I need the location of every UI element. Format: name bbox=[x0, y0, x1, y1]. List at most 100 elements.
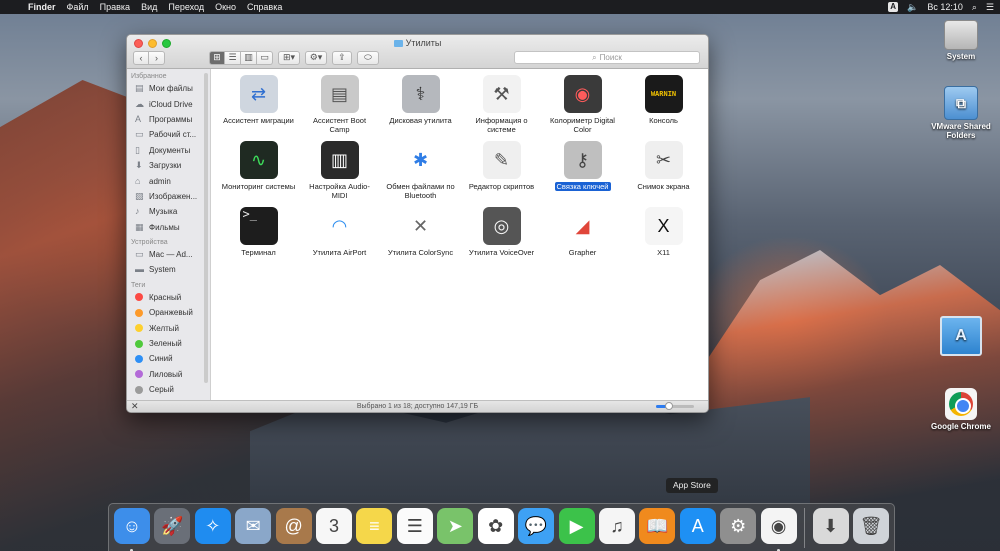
sidebar-item[interactable]: ⌂ admin bbox=[127, 173, 210, 188]
app-item[interactable]: X X11 bbox=[623, 207, 704, 273]
menu-help[interactable]: Справка bbox=[247, 2, 282, 12]
finder-titlebar[interactable]: Утилиты ‹ › ⊞ ☰ ▥ ▭ ⊞▾ ⚙▾ ⇪ ⬭ ⌕ Поиск bbox=[127, 35, 708, 69]
app-item[interactable]: ◠ Утилита AirPort bbox=[299, 207, 380, 273]
dock-item-system-preferences[interactable]: ⚙ bbox=[719, 508, 757, 551]
forward-button[interactable]: › bbox=[149, 50, 165, 65]
grab-icon: ✂ bbox=[644, 141, 683, 179]
sidebar-item[interactable]: A Программы bbox=[127, 112, 210, 127]
menubar-clock[interactable]: Вс 12:10 bbox=[927, 2, 963, 12]
icon-view-button[interactable]: ⊞ bbox=[209, 50, 225, 65]
sidebar-item-label: Программы bbox=[149, 114, 193, 124]
input-source-icon[interactable]: A bbox=[888, 2, 899, 12]
dock-item-launchpad[interactable]: 🚀 bbox=[153, 508, 191, 551]
app-item[interactable]: ◢ Grapher bbox=[542, 207, 623, 273]
dock-item-contacts[interactable]: @ bbox=[275, 508, 313, 551]
dock-item-mail[interactable]: ✉ bbox=[234, 508, 272, 551]
search-input[interactable]: ⌕ Поиск bbox=[514, 51, 700, 64]
dock-item-downloads[interactable]: ⬇ bbox=[812, 508, 850, 551]
app-item[interactable]: ✕ Утилита ColorSync bbox=[380, 207, 461, 273]
dock-item-calendar[interactable]: 3 bbox=[315, 508, 353, 551]
dock-item-notes[interactable]: ≡ bbox=[356, 508, 394, 551]
sidebar-item[interactable]: ♪ Музыка bbox=[127, 204, 210, 219]
sidebar-tag-item[interactable]: Лиловый bbox=[127, 367, 210, 382]
sidebar-scrollbar[interactable] bbox=[204, 73, 208, 383]
app-item[interactable]: ▤ Ассистент Boot Camp bbox=[299, 75, 380, 141]
menu-go[interactable]: Переход bbox=[168, 2, 204, 12]
dock-separator bbox=[804, 508, 806, 548]
app-label: Мониторинг системы bbox=[221, 182, 296, 191]
sidebar-item[interactable]: ⬇ Загрузки bbox=[127, 158, 210, 173]
spotlight-icon[interactable]: ⌕ bbox=[972, 2, 977, 13]
menu-finder[interactable]: Finder bbox=[28, 2, 56, 12]
icon-size-slider[interactable] bbox=[656, 402, 694, 410]
menu-view[interactable]: Вид bbox=[141, 2, 157, 12]
cover-flow-button[interactable]: ▭ bbox=[257, 50, 273, 65]
slider-knob[interactable] bbox=[665, 402, 674, 410]
finder-window: Утилиты ‹ › ⊞ ☰ ▥ ▭ ⊞▾ ⚙▾ ⇪ ⬭ ⌕ Поиск Изб… bbox=[126, 34, 709, 413]
app-item[interactable]: WARNIN Консоль bbox=[623, 75, 704, 141]
dock-item-finder[interactable]: ☺ bbox=[113, 508, 151, 551]
sidebar-tag-item[interactable]: Синий bbox=[127, 351, 210, 366]
desktop-icon-google-chrome[interactable]: Google Chrome bbox=[924, 388, 998, 431]
column-view-button[interactable]: ▥ bbox=[241, 50, 257, 65]
app-label: Терминал bbox=[241, 248, 276, 257]
volume-icon[interactable]: 🔈 bbox=[907, 2, 918, 13]
share-button[interactable]: ⇪ bbox=[332, 50, 352, 65]
action-menu-button[interactable]: ⚙▾ bbox=[305, 50, 327, 65]
menu-window[interactable]: Окно bbox=[215, 2, 236, 12]
app-item[interactable]: ⇄ Ассистент миграции bbox=[218, 75, 299, 141]
dock-item-maps[interactable]: ➤ bbox=[436, 508, 474, 551]
tag-label: Серый bbox=[149, 385, 174, 395]
menu-edit[interactable]: Правка bbox=[100, 2, 130, 12]
tags-button[interactable]: ⬭ bbox=[357, 50, 379, 65]
app-item[interactable]: ⚷ Связка ключей bbox=[542, 141, 623, 207]
sidebar-tag-item[interactable]: Зеленый bbox=[127, 336, 210, 351]
tools-icon: ✕ bbox=[131, 401, 139, 411]
arrange-menu-button[interactable]: ⊞▾ bbox=[278, 50, 300, 65]
dock-item-itunes[interactable]: ♫ bbox=[598, 508, 636, 551]
app-label: Консоль bbox=[649, 116, 678, 125]
app-item[interactable]: >_ Терминал bbox=[218, 207, 299, 273]
finder-content-area[interactable]: ⇄ Ассистент миграции ▤ Ассистент Boot Camp ⚕… bbox=[212, 69, 708, 401]
dock-item-facetime[interactable]: ▶ bbox=[558, 508, 596, 551]
sidebar-item[interactable]: ▦ Фильмы bbox=[127, 220, 210, 235]
sidebar-tag-item[interactable]: Желтый bbox=[127, 320, 210, 335]
sidebar-item[interactable]: ▯ Документы bbox=[127, 143, 210, 158]
list-view-button[interactable]: ☰ bbox=[225, 50, 241, 65]
app-item[interactable]: ✎ Редактор скриптов bbox=[461, 141, 542, 207]
sidebar-item[interactable]: ▧ Изображен... bbox=[127, 189, 210, 204]
dock-item-app-store[interactable]: A bbox=[679, 508, 717, 551]
menu-file[interactable]: Файл bbox=[67, 2, 89, 12]
app-item[interactable]: ⚒ Информация о системе bbox=[461, 75, 542, 141]
back-button[interactable]: ‹ bbox=[133, 50, 149, 65]
app-item[interactable]: ✱ Обмен файлами по Bluetooth bbox=[380, 141, 461, 207]
sidebar-item[interactable]: ☁ iCloud Drive bbox=[127, 96, 210, 111]
desktop-icon-folder[interactable]: A bbox=[924, 316, 998, 358]
keychain-access-icon: ⚷ bbox=[563, 141, 602, 179]
sidebar-item[interactable]: ▬ System bbox=[127, 262, 210, 277]
app-item[interactable]: ✂ Снимок экрана bbox=[623, 141, 704, 207]
desktop-icon-vmware-shared-folders[interactable]: ⧉ VMware Shared Folders bbox=[924, 86, 998, 140]
sidebar-item[interactable]: ▤ Мои файлы bbox=[127, 81, 210, 96]
dock-item-trash[interactable]: 🗑 bbox=[852, 508, 890, 551]
dock-item-messages[interactable]: 💬 bbox=[517, 508, 555, 551]
dock-item-reminders[interactable]: ☰ bbox=[396, 508, 434, 551]
dock-item-ibooks[interactable]: 📖 bbox=[638, 508, 676, 551]
dock-item-photos[interactable]: ✿ bbox=[477, 508, 515, 551]
app-item[interactable]: ◉ Колориметр Digital Color bbox=[542, 75, 623, 141]
finder-status-bar: ✕ Выбрано 1 из 18; доступно 147,19 ГБ bbox=[127, 400, 708, 412]
app-item[interactable]: ▥ Настройка Audio-MIDI bbox=[299, 141, 380, 207]
app-item[interactable]: ⚕ Дисковая утилита bbox=[380, 75, 461, 141]
dock-item-safari[interactable]: ✧ bbox=[194, 508, 232, 551]
sidebar-tag-item[interactable]: Серый bbox=[127, 382, 210, 397]
sidebar-tag-item[interactable]: Красный bbox=[127, 290, 210, 305]
sidebar-item[interactable]: ▭ Mac — Ad... bbox=[127, 247, 210, 262]
notification-center-icon[interactable]: ☰ bbox=[986, 2, 994, 13]
desktop-icon-system-drive[interactable]: System bbox=[924, 20, 998, 61]
hard-drive-icon bbox=[944, 20, 978, 50]
app-item[interactable]: ◎ Утилита VoiceOver bbox=[461, 207, 542, 273]
sidebar-tag-item[interactable]: Оранжевый bbox=[127, 305, 210, 320]
sidebar-item[interactable]: ▭ Рабочий ст... bbox=[127, 127, 210, 142]
dock-item-google-chrome[interactable]: ◉ bbox=[760, 508, 798, 551]
app-item[interactable]: ∿ Мониторинг системы bbox=[218, 141, 299, 207]
